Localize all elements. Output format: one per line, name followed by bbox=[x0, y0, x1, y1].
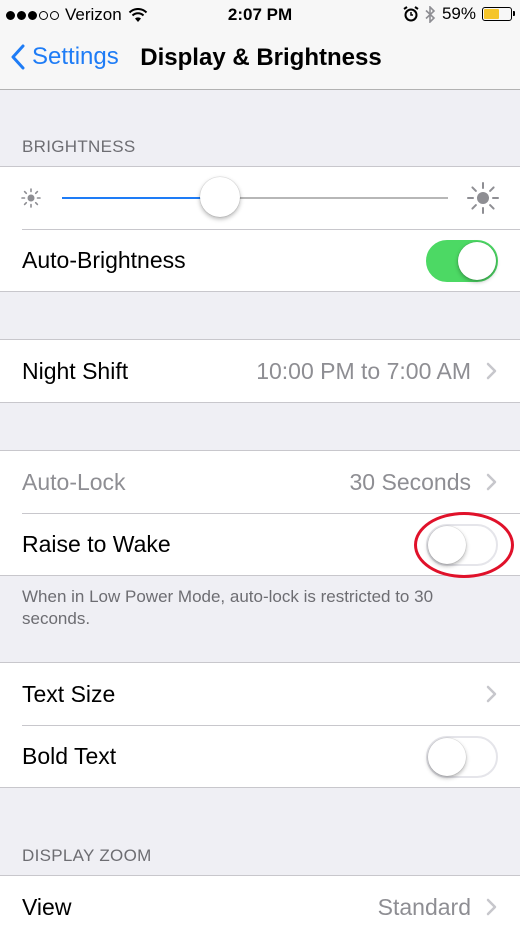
brightness-slider-fill bbox=[62, 197, 221, 199]
night-shift-label: Night Shift bbox=[22, 357, 129, 384]
page-title: Display & Brightness bbox=[140, 44, 382, 71]
raise-to-wake-label: Raise to Wake bbox=[22, 530, 171, 557]
lock-group: Auto-Lock 30 Seconds Raise to Wake bbox=[0, 450, 520, 576]
toggle-knob bbox=[428, 738, 466, 776]
chevron-right-icon bbox=[486, 685, 497, 703]
sun-small-icon bbox=[21, 188, 41, 208]
alarm-icon bbox=[403, 6, 419, 22]
chevron-right-icon bbox=[486, 898, 497, 916]
chevron-right-icon bbox=[486, 473, 497, 491]
brightness-section-header: BRIGHTNESS bbox=[22, 137, 136, 156]
auto-lock-label: Auto-Lock bbox=[22, 468, 126, 495]
view-row[interactable]: View Standard bbox=[0, 876, 520, 925]
night-shift-row[interactable]: Night Shift 10:00 PM to 7:00 AM bbox=[0, 340, 520, 402]
view-value: Standard bbox=[377, 893, 471, 920]
auto-brightness-toggle[interactable] bbox=[426, 240, 498, 282]
navigation-bar: Settings Display & Brightness bbox=[0, 30, 520, 90]
view-label: View bbox=[22, 893, 72, 920]
text-group: Text Size Bold Text bbox=[0, 662, 520, 788]
display-zoom-section-header: DISPLAY ZOOM bbox=[22, 846, 152, 865]
low-power-note: When in Low Power Mode, auto-lock is res… bbox=[22, 587, 434, 628]
battery-icon bbox=[482, 7, 515, 21]
raise-to-wake-toggle[interactable] bbox=[426, 524, 498, 566]
text-size-row[interactable]: Text Size bbox=[0, 663, 520, 725]
status-right: 59% bbox=[403, 4, 515, 24]
brightness-slider-thumb[interactable] bbox=[200, 177, 241, 217]
status-bar: Verizon 2:07 PM 59% bbox=[0, 0, 520, 30]
battery-fill bbox=[484, 9, 500, 19]
toggle-knob bbox=[428, 526, 466, 564]
text-size-label: Text Size bbox=[22, 680, 116, 707]
display-zoom-group: View Standard bbox=[0, 875, 520, 925]
bold-text-toggle[interactable] bbox=[426, 736, 498, 778]
brightness-slider-track[interactable] bbox=[62, 177, 448, 217]
raise-to-wake-row: Raise to Wake bbox=[0, 513, 520, 575]
auto-lock-row[interactable]: Auto-Lock 30 Seconds bbox=[0, 451, 520, 513]
bold-text-row: Bold Text bbox=[0, 725, 520, 787]
toggle-knob bbox=[458, 242, 496, 280]
auto-lock-value: 30 Seconds bbox=[349, 468, 471, 495]
night-shift-value: 10:00 PM to 7:00 AM bbox=[256, 357, 471, 384]
night-shift-group: Night Shift 10:00 PM to 7:00 AM bbox=[0, 339, 520, 403]
chevron-right-icon bbox=[486, 362, 497, 380]
sun-large-icon bbox=[467, 182, 499, 214]
auto-brightness-row: Auto-Brightness bbox=[0, 229, 520, 291]
brightness-slider-row bbox=[0, 167, 520, 229]
brightness-group: Auto-Brightness bbox=[0, 166, 520, 292]
auto-brightness-label: Auto-Brightness bbox=[22, 246, 186, 273]
bluetooth-icon bbox=[425, 5, 436, 23]
battery-percent: 59% bbox=[441, 4, 476, 23]
bold-text-label: Bold Text bbox=[22, 742, 117, 769]
